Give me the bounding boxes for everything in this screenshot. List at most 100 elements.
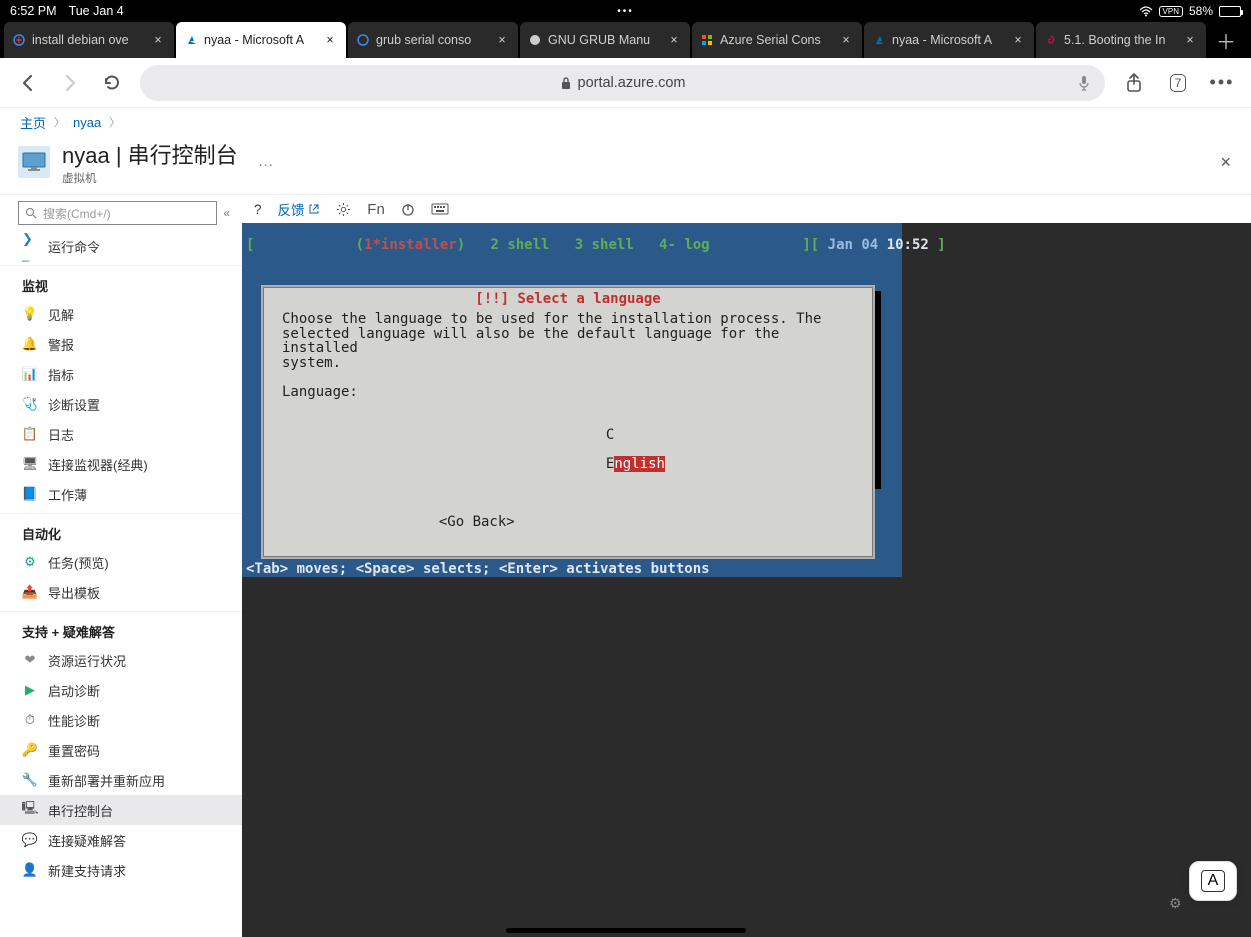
sidebar-item-icon: 🔑 (22, 742, 38, 758)
page-title: nyaa | 串行控制台 (62, 138, 238, 170)
vm-icon (18, 146, 50, 178)
page-actions-button[interactable]: … (258, 153, 276, 171)
tab-nyaa-azure-active[interactable]: nyaa - Microsoft A × (176, 22, 346, 58)
sidebar-item[interactable]: 👤新建支持请求 (0, 855, 242, 885)
tabs-button[interactable]: 7 (1163, 68, 1193, 98)
keyboard-float-button[interactable]: A (1189, 861, 1237, 901)
breadcrumb: 主页 〉 nyaa 〉 (0, 108, 1251, 136)
sidebar-item[interactable]: 💡见解 (0, 299, 242, 329)
new-tab-button[interactable]: ＋ (1208, 22, 1244, 58)
feedback-link[interactable]: 反馈 (278, 199, 321, 219)
reload-button[interactable] (98, 69, 126, 97)
help-button[interactable]: ? (254, 202, 262, 217)
external-link-icon (308, 203, 320, 215)
sidebar-item-label: 启动诊断 (48, 681, 100, 700)
go-back-button[interactable]: <Go Back> (439, 514, 515, 530)
sidebar-item[interactable]: ❤资源运行状况 (0, 645, 242, 675)
status-date: Tue Jan 4 (69, 4, 124, 18)
breadcrumb-home[interactable]: 主页 (20, 113, 46, 132)
close-icon[interactable]: × (494, 33, 510, 47)
sidebar-item-icon: 💡 (22, 306, 38, 322)
power-icon[interactable] (401, 202, 415, 216)
browser-toolbar: portal.azure.com 7 ••• (0, 58, 1251, 108)
tab-install-debian[interactable]: install debian ove × (4, 22, 174, 58)
sidebar-item[interactable]: 📋日志 (0, 419, 242, 449)
forward-button[interactable] (56, 69, 84, 97)
tab-nyaa-azure-2[interactable]: nyaa - Microsoft A × (864, 22, 1034, 58)
sidebar-item-label: 指标 (48, 365, 74, 384)
sidebar-item-label: 连接疑难解答 (48, 831, 126, 850)
sidebar-item[interactable]: 📤 导出模板 (0, 577, 242, 607)
close-icon[interactable]: × (666, 33, 682, 47)
terminal-hint: <Tab> moves; <Space> selects; <Enter> ac… (242, 562, 714, 577)
more-button[interactable]: ••• (1207, 68, 1237, 98)
wifi-icon (1139, 6, 1153, 17)
sidebar-item-icon: 📊 (22, 366, 38, 382)
sidebar-item[interactable]: 🔔警报 (0, 329, 242, 359)
sidebar-item[interactable]: 💬 连接疑难解答 (0, 825, 242, 855)
tab-azure-serial[interactable]: Azure Serial Cons × (692, 22, 862, 58)
sidebar-item-label: 诊断设置 (48, 395, 100, 414)
status-time: 6:52 PM (10, 4, 57, 18)
close-icon[interactable]: × (322, 33, 338, 47)
sidebar-item[interactable]: 🖳 串行控制台 (0, 795, 242, 825)
lang-option-english[interactable]: English (606, 456, 665, 472)
sidebar-item[interactable]: 🖥连接监视器(经典) (0, 449, 242, 479)
sidebar-item-icon: ⚙ (22, 554, 38, 570)
azure-favicon-icon (872, 33, 886, 47)
sidebar-item-label: 导出模板 (48, 583, 100, 602)
sidebar-item[interactable]: 🔑重置密码 (0, 735, 242, 765)
sidebar-item-icon: ❤ (22, 652, 38, 668)
sidebar-item-icon: 🔧 (22, 772, 38, 788)
keyboard-icon[interactable] (431, 203, 449, 215)
dialog-title: [!!] Select a language (475, 292, 660, 307)
sidebar-item-icon: 🖥 (22, 456, 38, 472)
sidebar-item-icon: 🔔 (22, 336, 38, 352)
microsoft-favicon-icon (700, 33, 714, 47)
installer-dialog: [!!] Select a language Choose the langua… (261, 285, 875, 559)
mic-icon[interactable] (1077, 74, 1091, 92)
back-button[interactable] (14, 69, 42, 97)
close-icon[interactable]: × (150, 33, 166, 47)
address-bar[interactable]: portal.azure.com (140, 65, 1105, 101)
sidebar-item-icon: 🖳 (22, 802, 38, 818)
sidebar-item-run-command[interactable]: ❯_ 运行命令 (0, 231, 242, 261)
chevron-right-icon: 〉 (109, 114, 120, 130)
sidebar-item[interactable]: 🔧重新部署并重新应用 (0, 765, 242, 795)
tab-debian-boot[interactable]: 5.1. Booting the In × (1036, 22, 1206, 58)
sidebar-item-icon: 💬 (22, 832, 38, 848)
sidebar-item-label: 串行控制台 (48, 801, 113, 820)
battery-pct: 58% (1189, 4, 1213, 18)
share-button[interactable] (1119, 68, 1149, 98)
sidebar-item[interactable]: ⏱性能诊断 (0, 705, 242, 735)
multitasking-dots-icon[interactable]: ••• (617, 6, 634, 17)
sidebar-item[interactable]: 📊 指标 (0, 359, 242, 389)
sidebar-item[interactable]: ⚙任务(预览) (0, 547, 242, 577)
terminal-icon: ❯_ (22, 238, 38, 254)
home-indicator[interactable] (506, 928, 746, 933)
terminal[interactable]: [ (1*installer) 2 shell 3 shell 4- log ]… (242, 223, 1251, 937)
close-icon[interactable]: × (1182, 33, 1198, 47)
tab-grub-serial[interactable]: grub serial conso × (348, 22, 518, 58)
sidebar-item[interactable]: 🩺诊断设置 (0, 389, 242, 419)
search-input[interactable]: 搜索(Cmd+/) (18, 201, 217, 225)
sidebar-item[interactable]: 📘工作薄 (0, 479, 242, 509)
sidebar: 搜索(Cmd+/) « ❯_ 运行命令 监视💡见解🔔警报📊指标🩺诊断设置📋日志🖥… (0, 195, 242, 937)
sidebar-item-icon: 📤 (22, 584, 38, 600)
breadcrumb-item[interactable]: nyaa (73, 115, 101, 130)
tab-gnu-grub[interactable]: GNU GRUB Manu × (520, 22, 690, 58)
gear-icon[interactable] (336, 202, 351, 217)
collapse-sidebar-button[interactable]: « (223, 206, 230, 220)
close-icon[interactable]: × (838, 33, 854, 47)
page-subtitle: 虚拟机 (62, 170, 238, 186)
settings-float-icon[interactable]: ⚙ (1169, 895, 1185, 911)
browser-tab-strip: install debian ove × nyaa - Microsoft A … (0, 22, 1251, 58)
sidebar-heading: 自动化 (0, 513, 242, 547)
close-icon[interactable]: × (1010, 33, 1026, 47)
vpn-badge: VPN (1159, 6, 1183, 17)
sidebar-item[interactable]: ▶启动诊断 (0, 675, 242, 705)
sidebar-item-icon: 👤 (22, 862, 38, 878)
close-icon[interactable]: × (1220, 152, 1231, 173)
fn-key-button[interactable]: Fn (367, 201, 385, 218)
google-favicon-icon (12, 33, 26, 47)
